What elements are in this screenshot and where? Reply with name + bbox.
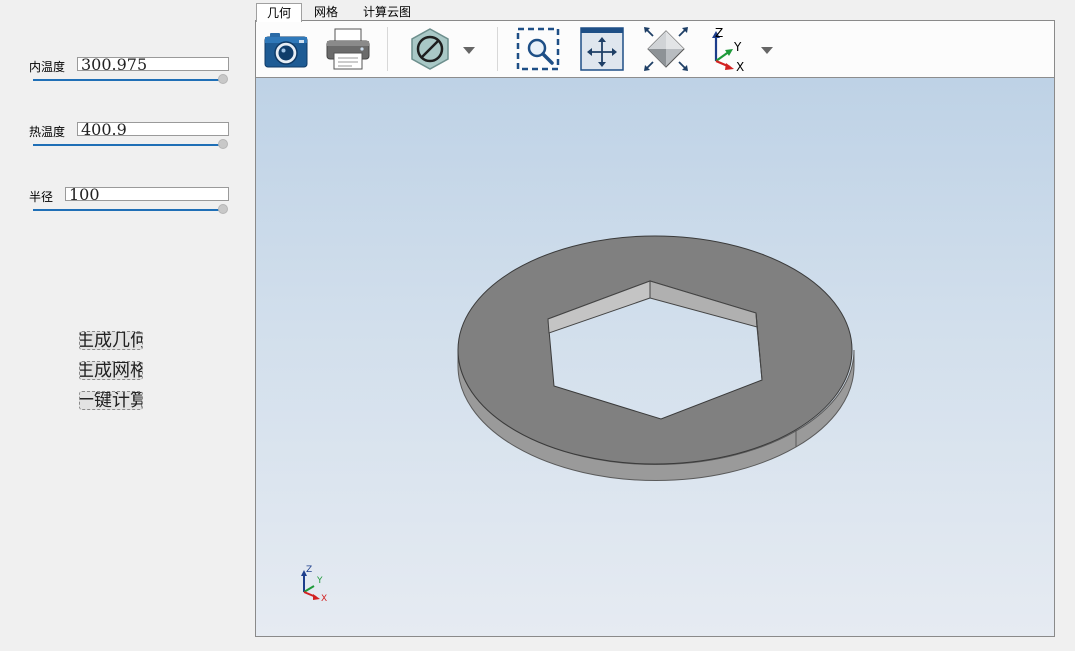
toolbar-separator	[497, 27, 498, 71]
generate-geometry-button[interactable]: 生成几何	[79, 331, 143, 350]
washer-model: Z Y X	[301, 235, 855, 604]
mini-axis-y-label: Y	[316, 576, 323, 586]
hot-temp-slider[interactable]	[33, 139, 228, 151]
slider-thumb[interactable]	[218, 204, 228, 214]
zoom-box-icon[interactable]	[514, 25, 562, 73]
axis-y-label: Y	[733, 40, 742, 54]
axes-icon[interactable]: Z Y X	[706, 25, 756, 74]
tab-geometry[interactable]: 几何	[256, 3, 302, 22]
pan-fit-icon[interactable]	[578, 25, 626, 73]
viewer-toolbar: Z Y X	[256, 21, 1054, 78]
chevron-down-icon[interactable]	[758, 25, 776, 73]
inner-temp-slider[interactable]	[33, 74, 228, 86]
mini-axis-z-label: Z	[306, 565, 312, 575]
radius-input[interactable]: 100	[65, 187, 229, 201]
radius-label: 半径	[29, 190, 54, 204]
radius-slider[interactable]	[33, 204, 228, 216]
slider-track	[33, 79, 220, 81]
hot-temp-input[interactable]: 400.9	[77, 122, 229, 136]
chevron-down-icon[interactable]	[460, 25, 478, 73]
slider-thumb[interactable]	[218, 74, 228, 84]
slider-track	[33, 209, 220, 211]
slider-thumb[interactable]	[218, 139, 228, 149]
tab-mesh[interactable]: 网格	[305, 3, 347, 21]
camera-icon[interactable]	[260, 25, 312, 73]
axis-z-label: Z	[715, 26, 723, 40]
printer-icon[interactable]	[322, 25, 374, 73]
viewer-panel: Z Y X Z Y X	[255, 20, 1055, 637]
inner-temp-label: 内温度	[29, 60, 66, 74]
inner-temp-input[interactable]: 300.975	[77, 57, 229, 71]
toolbar-separator	[387, 27, 388, 71]
3d-viewport[interactable]: Z Y X	[256, 78, 1054, 636]
hot-temp-label: 热温度	[29, 125, 66, 139]
no-entry-icon[interactable]	[406, 25, 454, 73]
axis-x-label: X	[736, 60, 744, 73]
one-click-compute-button[interactable]: 一键计算	[79, 391, 143, 410]
slider-track	[33, 144, 220, 146]
generate-mesh-button[interactable]: 生成网格	[79, 361, 143, 380]
fit-all-icon[interactable]	[642, 25, 690, 73]
mini-axis-x-label: X	[321, 594, 327, 604]
tab-contour[interactable]: 计算云图	[355, 3, 419, 21]
